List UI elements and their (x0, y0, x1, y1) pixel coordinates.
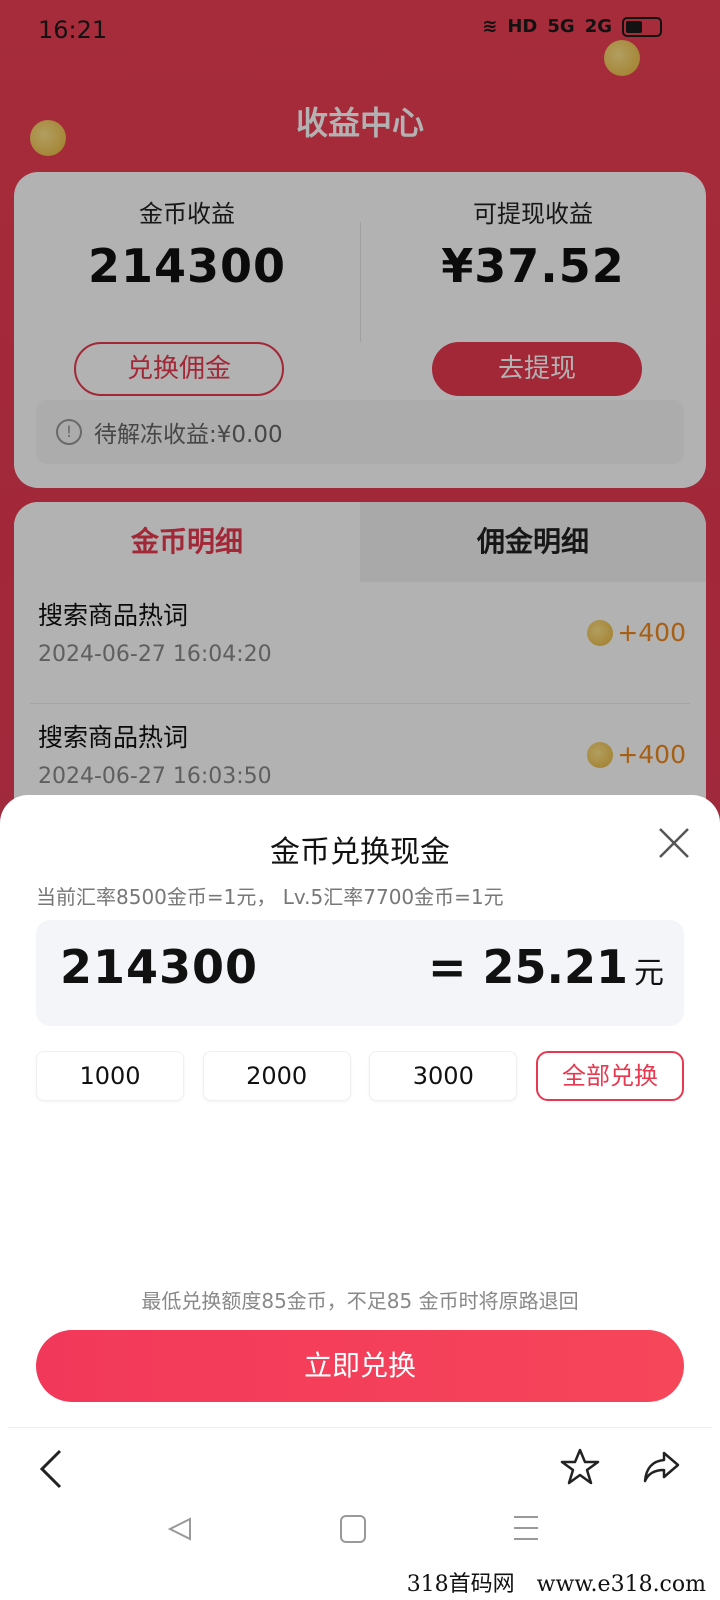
sheet-title: 金币兑换现金 (270, 835, 450, 870)
system-back-icon[interactable] (166, 1515, 194, 1543)
coin-amount-input[interactable]: 214300 (60, 940, 258, 994)
back-arrow-icon[interactable] (36, 1447, 66, 1491)
redeem-now-button[interactable]: 立即兑换 (36, 1330, 684, 1402)
watermark: 318首码网 www.e318.com (406, 1572, 706, 1597)
quick-amount-2000[interactable]: 2000 (202, 1051, 351, 1101)
system-home-icon[interactable] (340, 1515, 366, 1543)
system-menu-icon[interactable] (512, 1513, 540, 1543)
cash-result-value: = 25.21 (427, 940, 628, 994)
divider (8, 1427, 712, 1428)
exchange-rate-text: 当前汇率8500金币=1元， Lv.5汇率7700金币=1元 (36, 885, 504, 909)
star-icon[interactable] (560, 1447, 600, 1487)
cash-result-unit: 元 (634, 956, 664, 991)
system-navigation-bar (0, 1495, 720, 1575)
amount-box[interactable]: 214300 = 25.21 元 (36, 920, 684, 1026)
exchange-sheet: 金币兑换现金 当前汇率8500金币=1元， Lv.5汇率7700金币=1元 21… (0, 795, 720, 1600)
quick-amount-3000[interactable]: 3000 (369, 1051, 518, 1101)
quick-amount-1000[interactable]: 1000 (36, 1051, 184, 1101)
exchange-all-button[interactable]: 全部兑换 (535, 1051, 684, 1101)
minimum-note: 最低兑换额度85金币，不足85 金币时将原路退回 (141, 1289, 579, 1313)
share-icon[interactable] (642, 1447, 682, 1487)
cash-result: = 25.21 元 (428, 940, 664, 994)
quick-amount-options: 1000 2000 3000 全部兑换 (36, 1051, 684, 1101)
close-icon[interactable] (656, 825, 692, 861)
